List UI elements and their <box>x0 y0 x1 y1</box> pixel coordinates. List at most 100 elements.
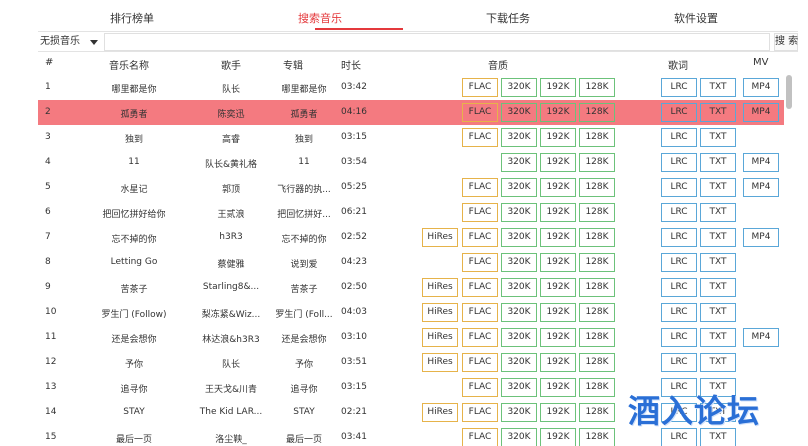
table-row[interactable]: 8 Letting Go 蔡健雅 说到爱 04:23 FLAC 320K 192K 128K LR… <box>38 250 784 275</box>
128k-download-button[interactable]: 128K <box>579 228 615 247</box>
192k-download-button[interactable]: 192K <box>540 78 576 97</box>
lrc-lyrics-button[interactable]: LRC <box>661 328 697 347</box>
txt-lyrics-button[interactable]: TXT <box>700 353 736 372</box>
128k-download-button[interactable]: 128K <box>579 103 615 122</box>
flac-download-button[interactable]: FLAC <box>462 228 498 247</box>
txt-lyrics-button[interactable]: TXT <box>700 178 736 197</box>
hires-download-button[interactable]: HiRes <box>422 303 458 322</box>
lrc-lyrics-button[interactable]: LRC <box>661 203 697 222</box>
mp4-mv-button[interactable]: MP4 <box>743 328 779 347</box>
lrc-lyrics-button[interactable]: LRC <box>661 228 697 247</box>
320k-download-button[interactable]: 320K <box>501 203 537 222</box>
320k-download-button[interactable]: 320K <box>501 378 537 397</box>
192k-download-button[interactable]: 192K <box>540 153 576 172</box>
lrc-lyrics-button[interactable]: LRC <box>661 103 697 122</box>
flac-download-button[interactable]: FLAC <box>462 78 498 97</box>
table-row[interactable]: 4 11 队长&黄礼格 11 03:54 320K 192K 128K LRC TXT MP4 <box>38 150 784 175</box>
mp4-mv-button[interactable]: MP4 <box>743 228 779 247</box>
txt-lyrics-button[interactable]: TXT <box>700 103 736 122</box>
txt-lyrics-button[interactable]: TXT <box>700 153 736 172</box>
128k-download-button[interactable]: 128K <box>579 278 615 297</box>
320k-download-button[interactable]: 320K <box>501 328 537 347</box>
192k-download-button[interactable]: 192K <box>540 228 576 247</box>
flac-download-button[interactable]: FLAC <box>462 178 498 197</box>
search-input[interactable] <box>104 33 770 51</box>
128k-download-button[interactable]: 128K <box>579 378 615 397</box>
flac-download-button[interactable]: FLAC <box>462 403 498 422</box>
mp4-mv-button[interactable]: MP4 <box>743 153 779 172</box>
txt-lyrics-button[interactable]: TXT <box>700 253 736 272</box>
mp4-mv-button[interactable]: MP4 <box>743 78 779 97</box>
table-row[interactable]: 5 水星记 郭顶 飞行器的执... 05:25 FLAC 320K 192K 128K LRC TX… <box>38 175 784 200</box>
table-row[interactable]: 7 忘不掉的你 h3R3 忘不掉的你 02:52 HiRes FLAC 320K 192K 128… <box>38 225 784 250</box>
flac-download-button[interactable]: FLAC <box>462 378 498 397</box>
lrc-lyrics-button[interactable]: LRC <box>661 153 697 172</box>
tab-charts[interactable]: 排行榜单 <box>110 10 154 26</box>
flac-download-button[interactable]: FLAC <box>462 353 498 372</box>
tab-settings[interactable]: 软件设置 <box>674 10 718 26</box>
320k-download-button[interactable]: 320K <box>501 278 537 297</box>
192k-download-button[interactable]: 192K <box>540 303 576 322</box>
flac-download-button[interactable]: FLAC <box>462 128 498 147</box>
table-row[interactable]: 12 予你 队长 予你 03:51 HiRes FLAC 320K 192K 128K LRC TXT <box>38 350 784 375</box>
mp4-mv-button[interactable]: MP4 <box>743 103 779 122</box>
txt-lyrics-button[interactable]: TXT <box>700 203 736 222</box>
192k-download-button[interactable]: 192K <box>540 253 576 272</box>
source-select[interactable]: 无损音乐 <box>38 34 102 50</box>
lrc-lyrics-button[interactable]: LRC <box>661 78 697 97</box>
mp4-mv-button[interactable]: MP4 <box>743 178 779 197</box>
320k-download-button[interactable]: 320K <box>501 228 537 247</box>
txt-lyrics-button[interactable]: TXT <box>700 78 736 97</box>
192k-download-button[interactable]: 192K <box>540 128 576 147</box>
320k-download-button[interactable]: 320K <box>501 428 537 446</box>
128k-download-button[interactable]: 128K <box>579 203 615 222</box>
lrc-lyrics-button[interactable]: LRC <box>661 128 697 147</box>
192k-download-button[interactable]: 192K <box>540 203 576 222</box>
search-button[interactable]: 搜 索 <box>774 33 798 51</box>
128k-download-button[interactable]: 128K <box>579 303 615 322</box>
hires-download-button[interactable]: HiRes <box>422 353 458 372</box>
flac-download-button[interactable]: FLAC <box>462 253 498 272</box>
128k-download-button[interactable]: 128K <box>579 78 615 97</box>
hires-download-button[interactable]: HiRes <box>422 278 458 297</box>
192k-download-button[interactable]: 192K <box>540 353 576 372</box>
lrc-lyrics-button[interactable]: LRC <box>661 178 697 197</box>
192k-download-button[interactable]: 192K <box>540 103 576 122</box>
320k-download-button[interactable]: 320K <box>501 353 537 372</box>
txt-lyrics-button[interactable]: TXT <box>700 328 736 347</box>
hires-download-button[interactable]: HiRes <box>422 328 458 347</box>
192k-download-button[interactable]: 192K <box>540 278 576 297</box>
192k-download-button[interactable]: 192K <box>540 428 576 446</box>
lrc-lyrics-button[interactable]: LRC <box>661 353 697 372</box>
flac-download-button[interactable]: FLAC <box>462 328 498 347</box>
lrc-lyrics-button[interactable]: LRC <box>661 253 697 272</box>
320k-download-button[interactable]: 320K <box>501 303 537 322</box>
hires-download-button[interactable]: HiRes <box>422 403 458 422</box>
tab-downloads[interactable]: 下载任务 <box>486 10 530 26</box>
tab-search-music[interactable]: 搜索音乐 <box>298 10 342 26</box>
lrc-lyrics-button[interactable]: LRC <box>661 303 697 322</box>
320k-download-button[interactable]: 320K <box>501 153 537 172</box>
192k-download-button[interactable]: 192K <box>540 378 576 397</box>
table-row[interactable]: 2 孤勇者 陈奕迅 孤勇者 04:16 FLAC 320K 192K 128K LRC TXT MP4 <box>38 100 784 125</box>
320k-download-button[interactable]: 320K <box>501 128 537 147</box>
192k-download-button[interactable]: 192K <box>540 178 576 197</box>
lrc-lyrics-button[interactable]: LRC <box>661 278 697 297</box>
txt-lyrics-button[interactable]: TXT <box>700 303 736 322</box>
flac-download-button[interactable]: FLAC <box>462 203 498 222</box>
table-row[interactable]: 10 罗生门 (Follow) 梨冻紧&Wiz... 罗生门 (Foll... 04:0… <box>38 300 784 325</box>
128k-download-button[interactable]: 128K <box>579 403 615 422</box>
128k-download-button[interactable]: 128K <box>579 128 615 147</box>
128k-download-button[interactable]: 128K <box>579 328 615 347</box>
192k-download-button[interactable]: 192K <box>540 403 576 422</box>
128k-download-button[interactable]: 128K <box>579 353 615 372</box>
table-row[interactable]: 6 把回忆拼好给你 王贰浪 把回忆拼好... 06:21 FLAC 320K 192K 128K… <box>38 200 784 225</box>
txt-lyrics-button[interactable]: TXT <box>700 128 736 147</box>
table-row[interactable]: 1 哪里都是你 队长 哪里都是你 03:42 FLAC 320K 192K 128K LRC TXT… <box>38 75 784 100</box>
flac-download-button[interactable]: FLAC <box>462 278 498 297</box>
flac-download-button[interactable]: FLAC <box>462 103 498 122</box>
128k-download-button[interactable]: 128K <box>579 153 615 172</box>
table-row[interactable]: 11 还是会想你 林达浪&h3R3 还是会想你 03:10 HiRes FLAC 320K 19… <box>38 325 784 350</box>
table-row[interactable]: 3 独到 高睿 独到 03:15 FLAC 320K 192K 128K LRC TXT <box>38 125 784 150</box>
128k-download-button[interactable]: 128K <box>579 253 615 272</box>
